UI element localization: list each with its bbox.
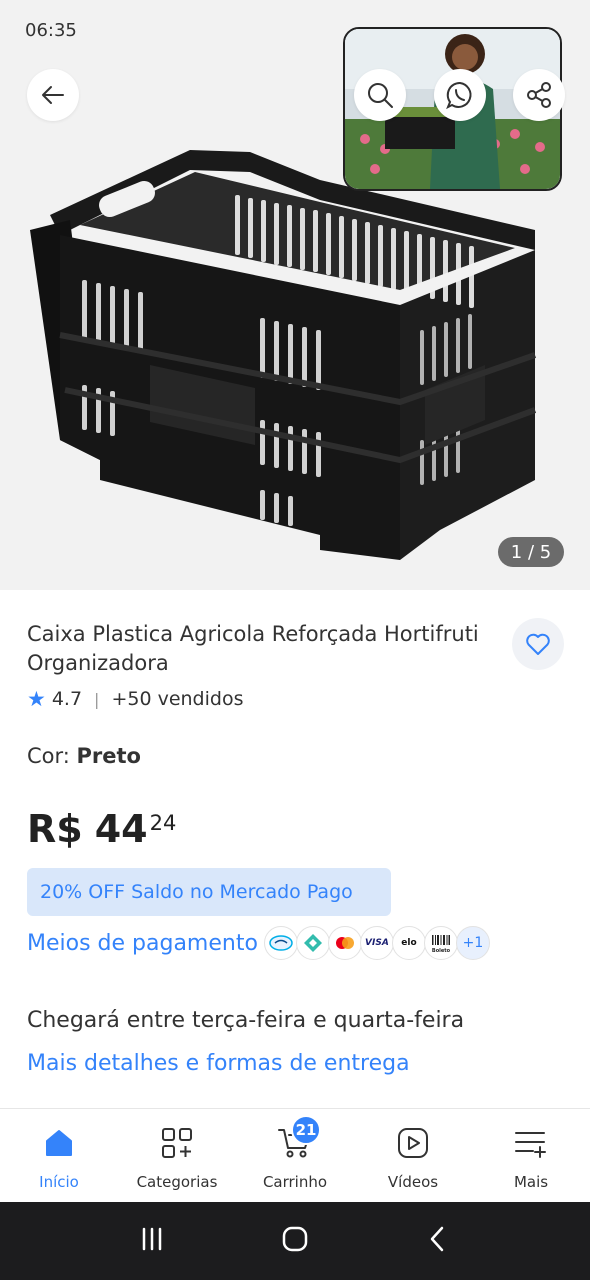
color-label: Cor: <box>27 744 77 768</box>
more-payment-methods[interactable]: +1 <box>455 926 490 960</box>
menu-plus-icon <box>513 1125 549 1161</box>
elo-icon: elo <box>391 926 426 960</box>
nav-label: Mais <box>513 1173 549 1191</box>
mastercard-icon <box>327 926 362 960</box>
discount-badge: 20% OFF Saldo no Mercado Pago <box>27 868 391 916</box>
delivery-estimate: Chegará entre terça-feira e quarta-feira <box>27 1008 465 1033</box>
recent-apps-icon <box>142 1227 161 1251</box>
cart-count-badge: 21 <box>291 1115 321 1145</box>
crate-illustration <box>30 150 537 560</box>
nav-item-videos[interactable]: Vídeos <box>354 1109 472 1202</box>
nav-label: Início <box>39 1173 79 1191</box>
price: R$ 44 24 <box>27 804 176 854</box>
recent-apps-button[interactable] <box>137 1224 167 1258</box>
color-value: Preto <box>76 744 141 768</box>
nav-item-mais[interactable]: Mais <box>472 1109 590 1202</box>
search-icon <box>368 83 393 108</box>
system-back-button[interactable] <box>423 1224 453 1258</box>
home-circle-icon <box>282 1226 308 1252</box>
share-icon <box>527 82 551 108</box>
chevron-left-icon <box>431 1226 444 1252</box>
play-icon <box>395 1125 431 1161</box>
heart-icon <box>526 633 550 655</box>
star-icon: ★ <box>27 687 46 711</box>
payment-methods[interactable]: Meios de pagamento VISA elo Boleto +1 <box>27 926 490 960</box>
nav-item-categorias[interactable]: Categorias <box>118 1109 236 1202</box>
nav-item-inicio[interactable]: Início <box>0 1109 118 1202</box>
color-selector[interactable]: Cor: Preto <box>27 744 141 768</box>
price-currency: R$ <box>27 807 83 851</box>
grid-plus-icon <box>159 1125 195 1161</box>
price-whole: 44 <box>94 807 148 851</box>
system-navigation-bar <box>0 1202 590 1280</box>
home-system-button[interactable] <box>280 1224 310 1258</box>
back-button[interactable] <box>27 69 79 121</box>
nav-item-carrinho[interactable]: 21 Carrinho <box>236 1109 354 1202</box>
boleto-icon: Boleto <box>423 926 458 960</box>
mercadopago-icon <box>263 926 298 960</box>
visa-icon: VISA <box>359 926 394 960</box>
nav-label: Carrinho <box>262 1173 328 1191</box>
rating-row: ★ 4.7 | +50 vendidos <box>27 687 243 711</box>
status-time: 06:35 <box>25 20 77 41</box>
product-title: Caixa Plastica Agricola Reforçada Hortif… <box>27 622 479 675</box>
pix-icon <box>295 926 330 960</box>
product-gallery[interactable]: 06:35 1 / 5 <box>0 0 590 590</box>
bottom-navigation: Início Categorias 21 Carrinho Vídeos Mai… <box>0 1108 590 1202</box>
whatsapp-icon <box>446 81 472 110</box>
sold-count: +50 vendidos <box>111 688 244 710</box>
arrow-left-icon <box>42 86 64 104</box>
share-button[interactable] <box>513 69 565 121</box>
delivery-details-link[interactable]: Mais detalhes e formas de entrega <box>27 1051 410 1076</box>
nav-label: Categorias <box>136 1173 218 1191</box>
product-image[interactable] <box>20 140 560 570</box>
search-button[interactable] <box>354 69 406 121</box>
nav-label: Vídeos <box>387 1173 439 1191</box>
boleto-label: Boleto <box>432 948 451 954</box>
payment-methods-link[interactable]: Meios de pagamento <box>27 931 258 956</box>
price-cents: 24 <box>149 811 177 835</box>
whatsapp-share-button[interactable] <box>434 69 486 121</box>
divider: | <box>94 689 100 709</box>
rating-value: 4.7 <box>51 688 83 710</box>
home-icon <box>41 1125 77 1161</box>
favorite-button[interactable] <box>512 618 564 670</box>
gallery-counter: 1 / 5 <box>498 537 564 567</box>
